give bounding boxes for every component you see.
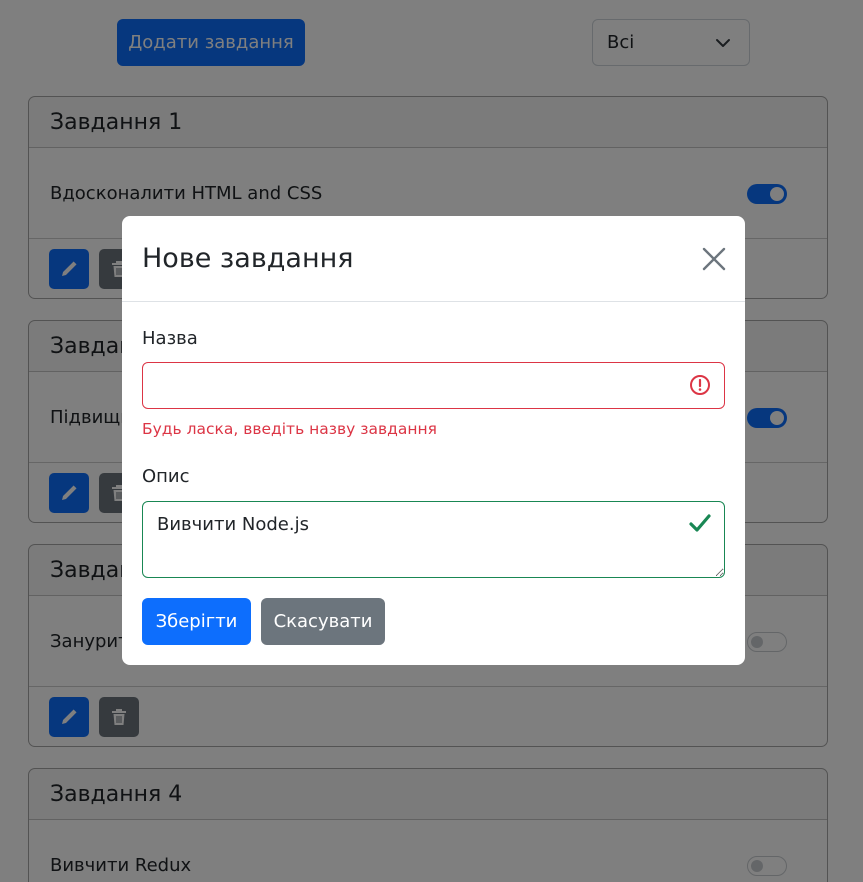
task-name-input[interactable] [142, 362, 725, 409]
exclamation-circle-icon [690, 375, 710, 395]
modal-title: Нове завдання [142, 243, 354, 274]
save-button[interactable]: Зберігти [142, 598, 251, 645]
check-icon [689, 514, 711, 532]
close-icon [702, 247, 726, 271]
description-label: Опис [142, 466, 190, 487]
name-error-message: Будь ласка, введіть назву завдання [142, 420, 437, 438]
name-label: Назва [142, 328, 198, 349]
cancel-button[interactable]: Скасувати [261, 598, 385, 645]
modal-header: Нове завдання [122, 216, 745, 302]
close-button[interactable] [701, 246, 727, 272]
task-description-textarea[interactable]: Вивчити Node.js [142, 501, 725, 578]
new-task-modal: Нове завдання Назва Будь ласка, введіть … [122, 216, 745, 665]
